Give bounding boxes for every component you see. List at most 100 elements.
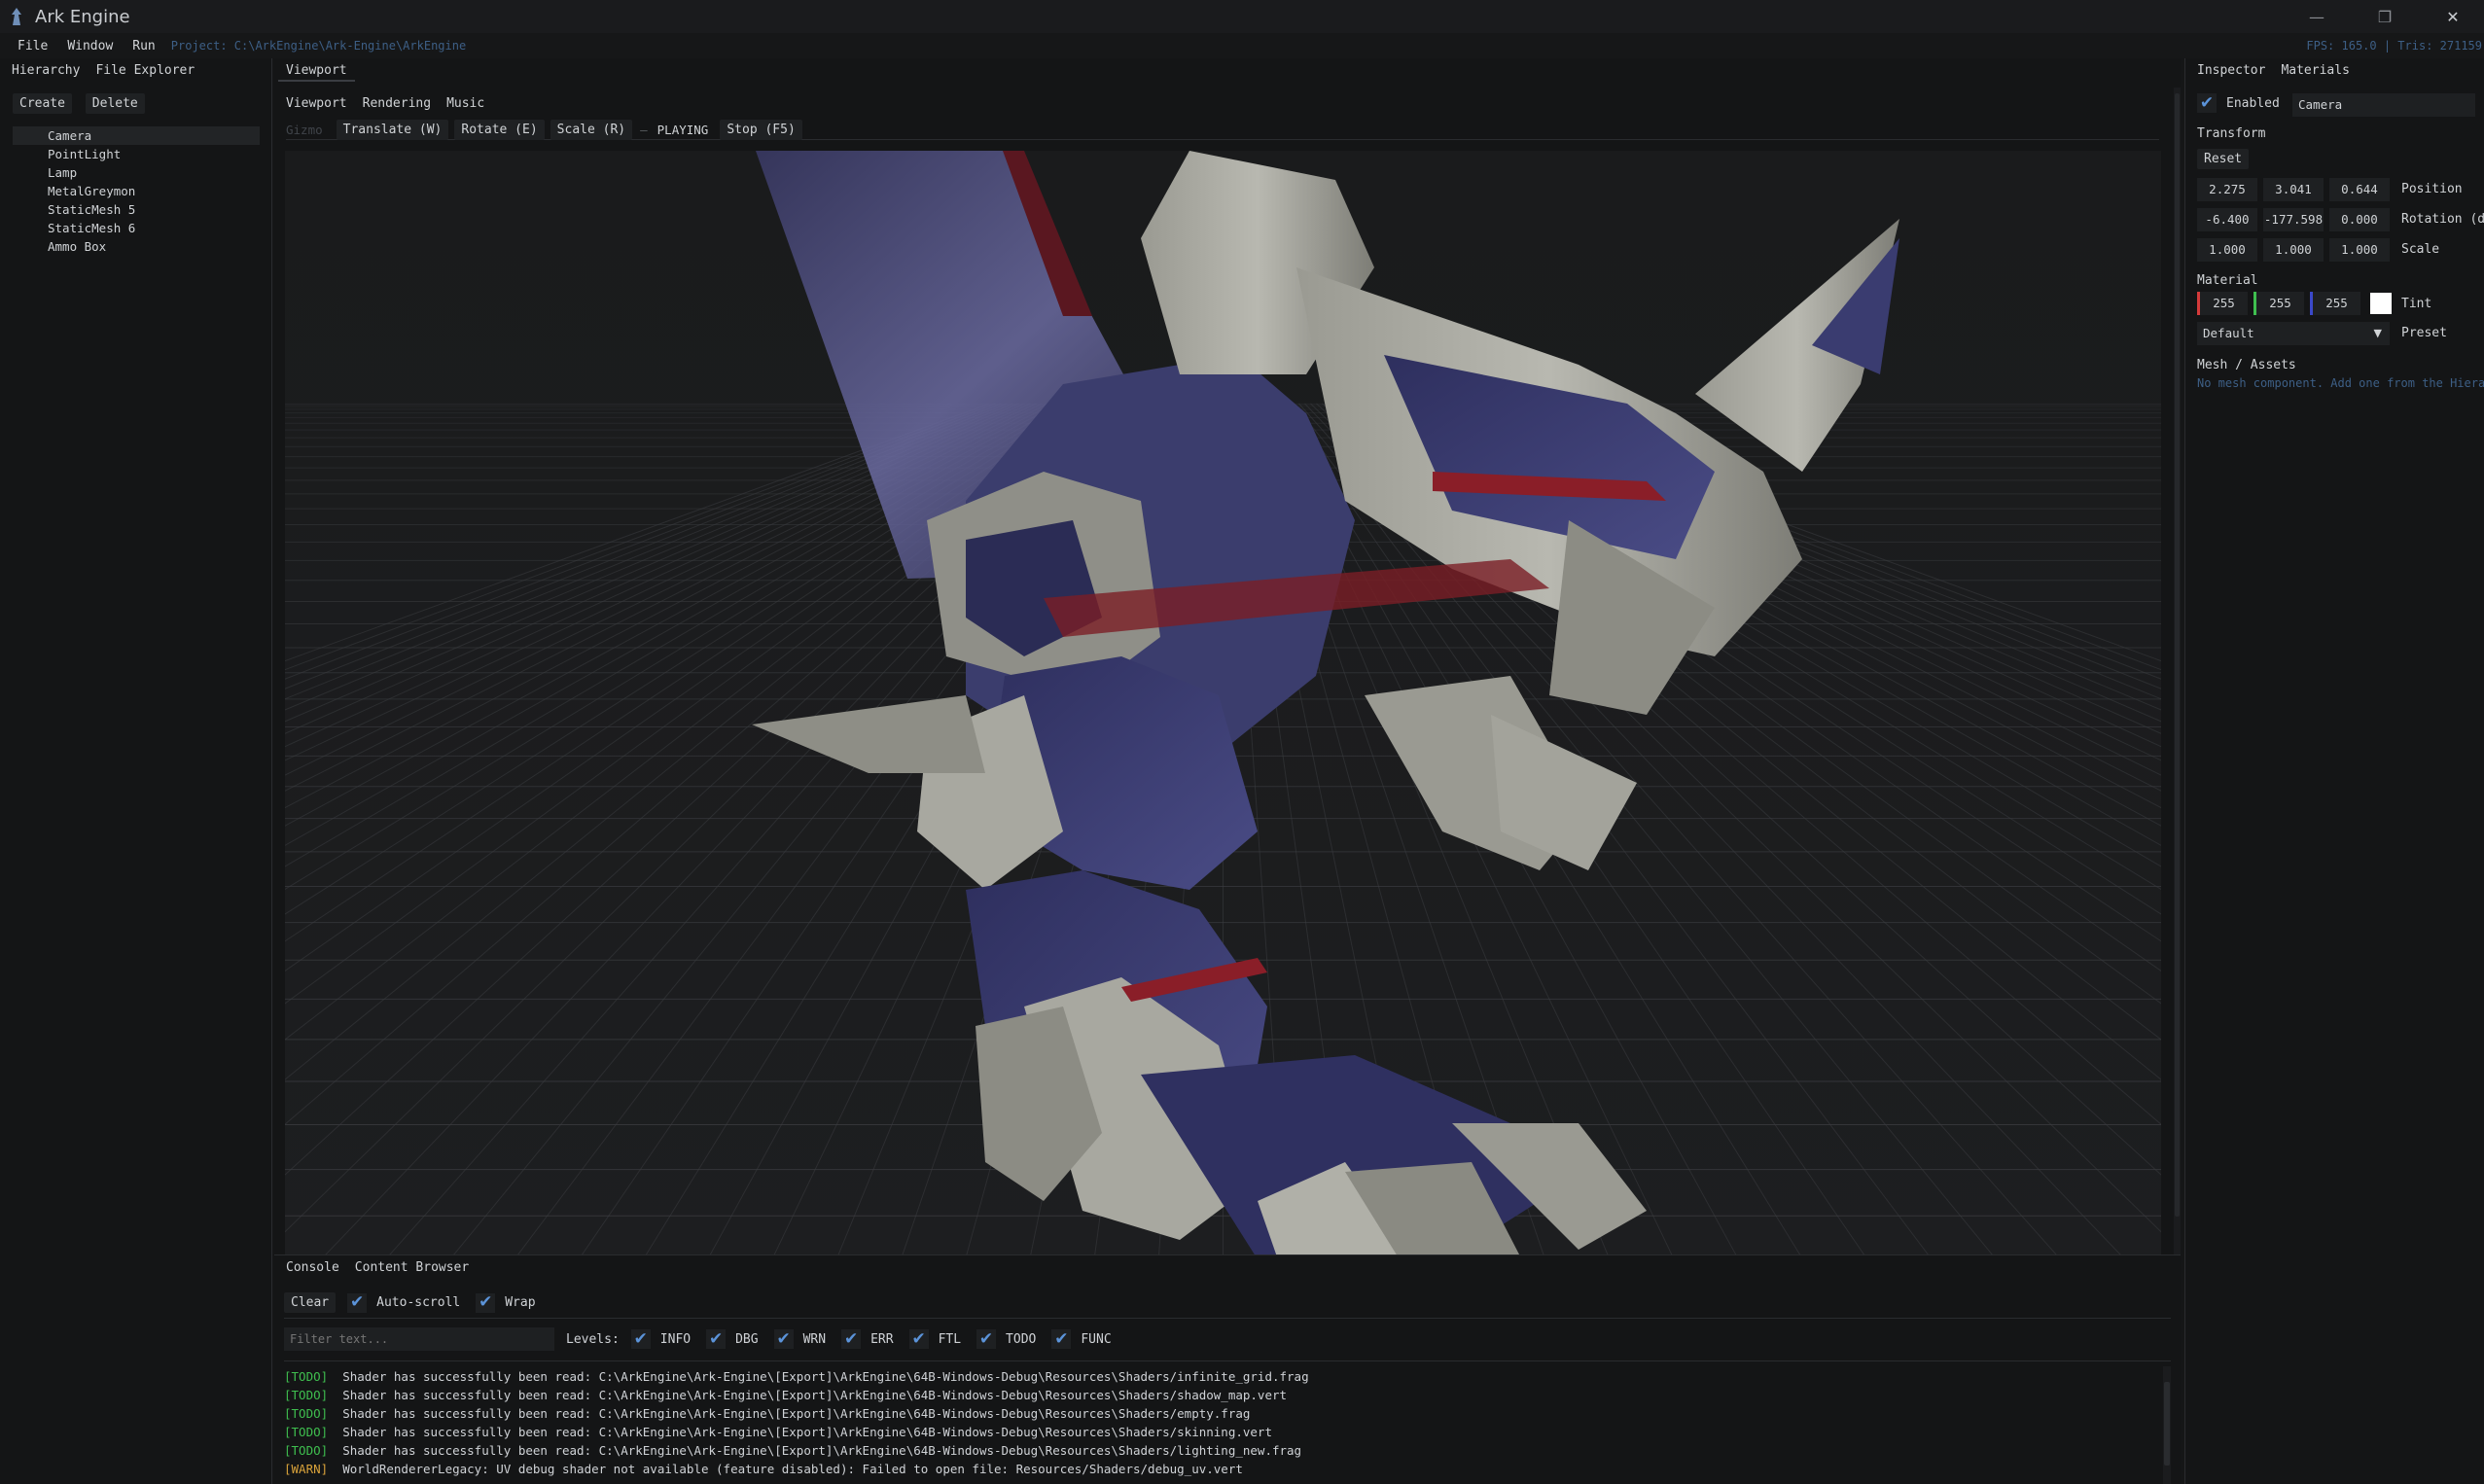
object-name-input[interactable]: Camera bbox=[2292, 93, 2475, 117]
title-bar: Ark Engine — ❐ ✕ bbox=[0, 0, 2484, 33]
scale-button[interactable]: Scale (R) bbox=[550, 120, 633, 140]
level-todo-toggle[interactable]: ✔ TODO bbox=[976, 1329, 1036, 1349]
clear-console-button[interactable]: Clear bbox=[284, 1292, 337, 1313]
level-func-checkbox[interactable]: ✔ bbox=[1051, 1328, 1072, 1349]
enabled-row: ✔ Enabled bbox=[2197, 93, 2280, 113]
level-ftl-toggle[interactable]: ✔ FTL bbox=[908, 1329, 962, 1349]
tab-viewport-panel[interactable]: Viewport bbox=[278, 60, 355, 82]
position-y-field[interactable]: 3.041 bbox=[2263, 178, 2324, 201]
scale-y-field[interactable]: 1.000 bbox=[2263, 238, 2324, 262]
position-z-field[interactable]: 0.644 bbox=[2329, 178, 2390, 201]
wrap-checkbox[interactable]: ✔ bbox=[476, 1292, 496, 1313]
rotation-y-field[interactable]: -177.598 bbox=[2263, 208, 2324, 231]
tint-blue-field[interactable]: 255 bbox=[2310, 292, 2360, 315]
level-err-label: ERR bbox=[870, 1331, 894, 1347]
tab-content-browser[interactable]: Content Browser bbox=[347, 1257, 477, 1279]
tree-item-ammo-box[interactable]: Ammo Box bbox=[13, 237, 260, 256]
log-text: Shader has successfully been read: C:\Ar… bbox=[342, 1425, 1272, 1439]
tree-item-staticmesh-6[interactable]: StaticMesh 6 bbox=[13, 219, 260, 237]
minimize-button[interactable]: — bbox=[2282, 0, 2352, 33]
tree-item-metalgreymon[interactable]: MetalGreymon bbox=[13, 182, 260, 200]
level-ftl-checkbox[interactable]: ✔ bbox=[908, 1329, 929, 1349]
menu-window[interactable]: Window bbox=[57, 39, 123, 53]
tab-inspector[interactable]: Inspector bbox=[2189, 60, 2273, 82]
delete-button[interactable]: Delete bbox=[85, 93, 145, 114]
rotation-z-field[interactable]: 0.000 bbox=[2329, 208, 2390, 231]
auto-scroll-checkbox[interactable]: ✔ bbox=[347, 1292, 368, 1313]
menu-file[interactable]: File bbox=[8, 39, 57, 53]
fps-stats: FPS: 165.0 | Tris: 271159 bbox=[2306, 39, 2482, 53]
subtab-music[interactable]: Music bbox=[439, 93, 492, 115]
tint-green-field[interactable]: 255 bbox=[2253, 292, 2304, 315]
minimize-icon: — bbox=[2309, 7, 2324, 26]
checkmark-icon: ✔ bbox=[350, 1292, 365, 1312]
divider bbox=[284, 1360, 2171, 1361]
tree-item-staticmesh-5[interactable]: StaticMesh 5 bbox=[13, 200, 260, 219]
enabled-checkbox[interactable]: ✔ bbox=[2197, 93, 2217, 113]
scale-z-field[interactable]: 1.000 bbox=[2329, 238, 2390, 262]
log-text: Shader has successfully been read: C:\Ar… bbox=[342, 1388, 1288, 1402]
rotation-x-field[interactable]: -6.400 bbox=[2197, 208, 2257, 231]
scale-x-field[interactable]: 1.000 bbox=[2197, 238, 2257, 262]
log-text: Shader has successfully been read: C:\Ar… bbox=[342, 1406, 1251, 1421]
restore-icon: ❐ bbox=[2377, 7, 2393, 26]
inspector-panel: Inspector Materials ✔ Enabled Camera Tra… bbox=[2184, 58, 2484, 1484]
stop-button[interactable]: Stop (F5) bbox=[720, 120, 802, 140]
preset-dropdown[interactable]: Default ▼ bbox=[2197, 322, 2390, 345]
rotation-label: Rotation (deg) bbox=[2401, 212, 2484, 227]
level-dbg-label: DBG bbox=[735, 1331, 759, 1347]
tab-materials[interactable]: Materials bbox=[2273, 60, 2357, 82]
level-func-toggle[interactable]: ✔ FUNC bbox=[1051, 1328, 1112, 1349]
console-filter-input[interactable] bbox=[284, 1327, 554, 1351]
menu-bar: File Window Run Project: C:\ArkEngine\Ar… bbox=[0, 33, 2484, 58]
tab-console[interactable]: Console bbox=[278, 1257, 347, 1279]
close-button[interactable]: ✕ bbox=[2418, 0, 2484, 33]
restore-button[interactable]: ❐ bbox=[2350, 0, 2420, 33]
level-dbg-checkbox[interactable]: ✔ bbox=[706, 1329, 727, 1349]
translate-button[interactable]: Translate (W) bbox=[336, 120, 449, 140]
checkmark-icon: ✔ bbox=[2199, 92, 2215, 113]
rotate-button[interactable]: Rotate (E) bbox=[454, 120, 545, 140]
log-text: WorldRendererLegacy: UV debug shader not… bbox=[342, 1462, 1243, 1476]
subtab-viewport[interactable]: Viewport bbox=[278, 93, 355, 115]
tab-file-explorer[interactable]: File Explorer bbox=[88, 60, 202, 82]
tree-item-pointlight[interactable]: PointLight bbox=[13, 145, 260, 163]
reset-transform-button[interactable]: Reset bbox=[2197, 149, 2250, 169]
tint-red-field[interactable]: 255 bbox=[2197, 292, 2248, 315]
subtab-rendering[interactable]: Rendering bbox=[355, 93, 439, 115]
viewport-scrollbar[interactable] bbox=[2174, 88, 2181, 1284]
log-line: [TODO] Shader has successfully been read… bbox=[284, 1369, 1309, 1384]
level-err-toggle[interactable]: ✔ ERR bbox=[841, 1329, 894, 1349]
mesh-assets-heading: Mesh / Assets bbox=[2197, 358, 2296, 372]
log-text: Shader has successfully been read: C:\Ar… bbox=[342, 1443, 1302, 1458]
menu-run[interactable]: Run bbox=[123, 39, 164, 53]
scrollbar-thumb[interactable] bbox=[2175, 93, 2180, 1217]
log-line: [TODO] Shader has successfully been read… bbox=[284, 1425, 1272, 1439]
hierarchy-panel: Hierarchy File Explorer Create Delete Ca… bbox=[0, 58, 272, 1484]
log-tag: [TODO] bbox=[284, 1388, 329, 1402]
enabled-label: Enabled bbox=[2226, 95, 2280, 111]
checkmark-icon: ✔ bbox=[1054, 1328, 1069, 1349]
level-dbg-toggle[interactable]: ✔ DBG bbox=[706, 1329, 759, 1349]
create-button[interactable]: Create bbox=[13, 93, 72, 114]
tab-hierarchy[interactable]: Hierarchy bbox=[4, 60, 88, 82]
log-line: [TODO] Shader has successfully been read… bbox=[284, 1388, 1287, 1402]
toolbar-separator: — bbox=[640, 123, 648, 137]
level-info-checkbox[interactable]: ✔ bbox=[630, 1329, 651, 1349]
tint-label: Tint bbox=[2401, 297, 2432, 311]
level-todo-checkbox[interactable]: ✔ bbox=[976, 1329, 997, 1349]
level-wrn-checkbox[interactable]: ✔ bbox=[773, 1329, 794, 1349]
tree-item-lamp[interactable]: Lamp bbox=[13, 163, 260, 182]
level-info-toggle[interactable]: ✔ INFO bbox=[630, 1329, 691, 1349]
level-err-checkbox[interactable]: ✔ bbox=[841, 1329, 862, 1349]
3d-viewport[interactable] bbox=[285, 151, 2161, 1313]
tint-color-swatch[interactable] bbox=[2370, 293, 2392, 314]
console-scrollbar[interactable] bbox=[2163, 1366, 2171, 1484]
level-wrn-toggle[interactable]: ✔ WRN bbox=[773, 1329, 826, 1349]
tree-item-camera[interactable]: Camera bbox=[13, 126, 260, 145]
scrollbar-thumb[interactable] bbox=[2164, 1382, 2170, 1466]
position-x-field[interactable]: 2.275 bbox=[2197, 178, 2257, 201]
mesh-empty-hint: No mesh component. Add one from the Hier… bbox=[2197, 376, 2484, 390]
viewport-panel-tabs: Viewport bbox=[274, 59, 2181, 83]
level-ftl-label: FTL bbox=[938, 1331, 962, 1347]
